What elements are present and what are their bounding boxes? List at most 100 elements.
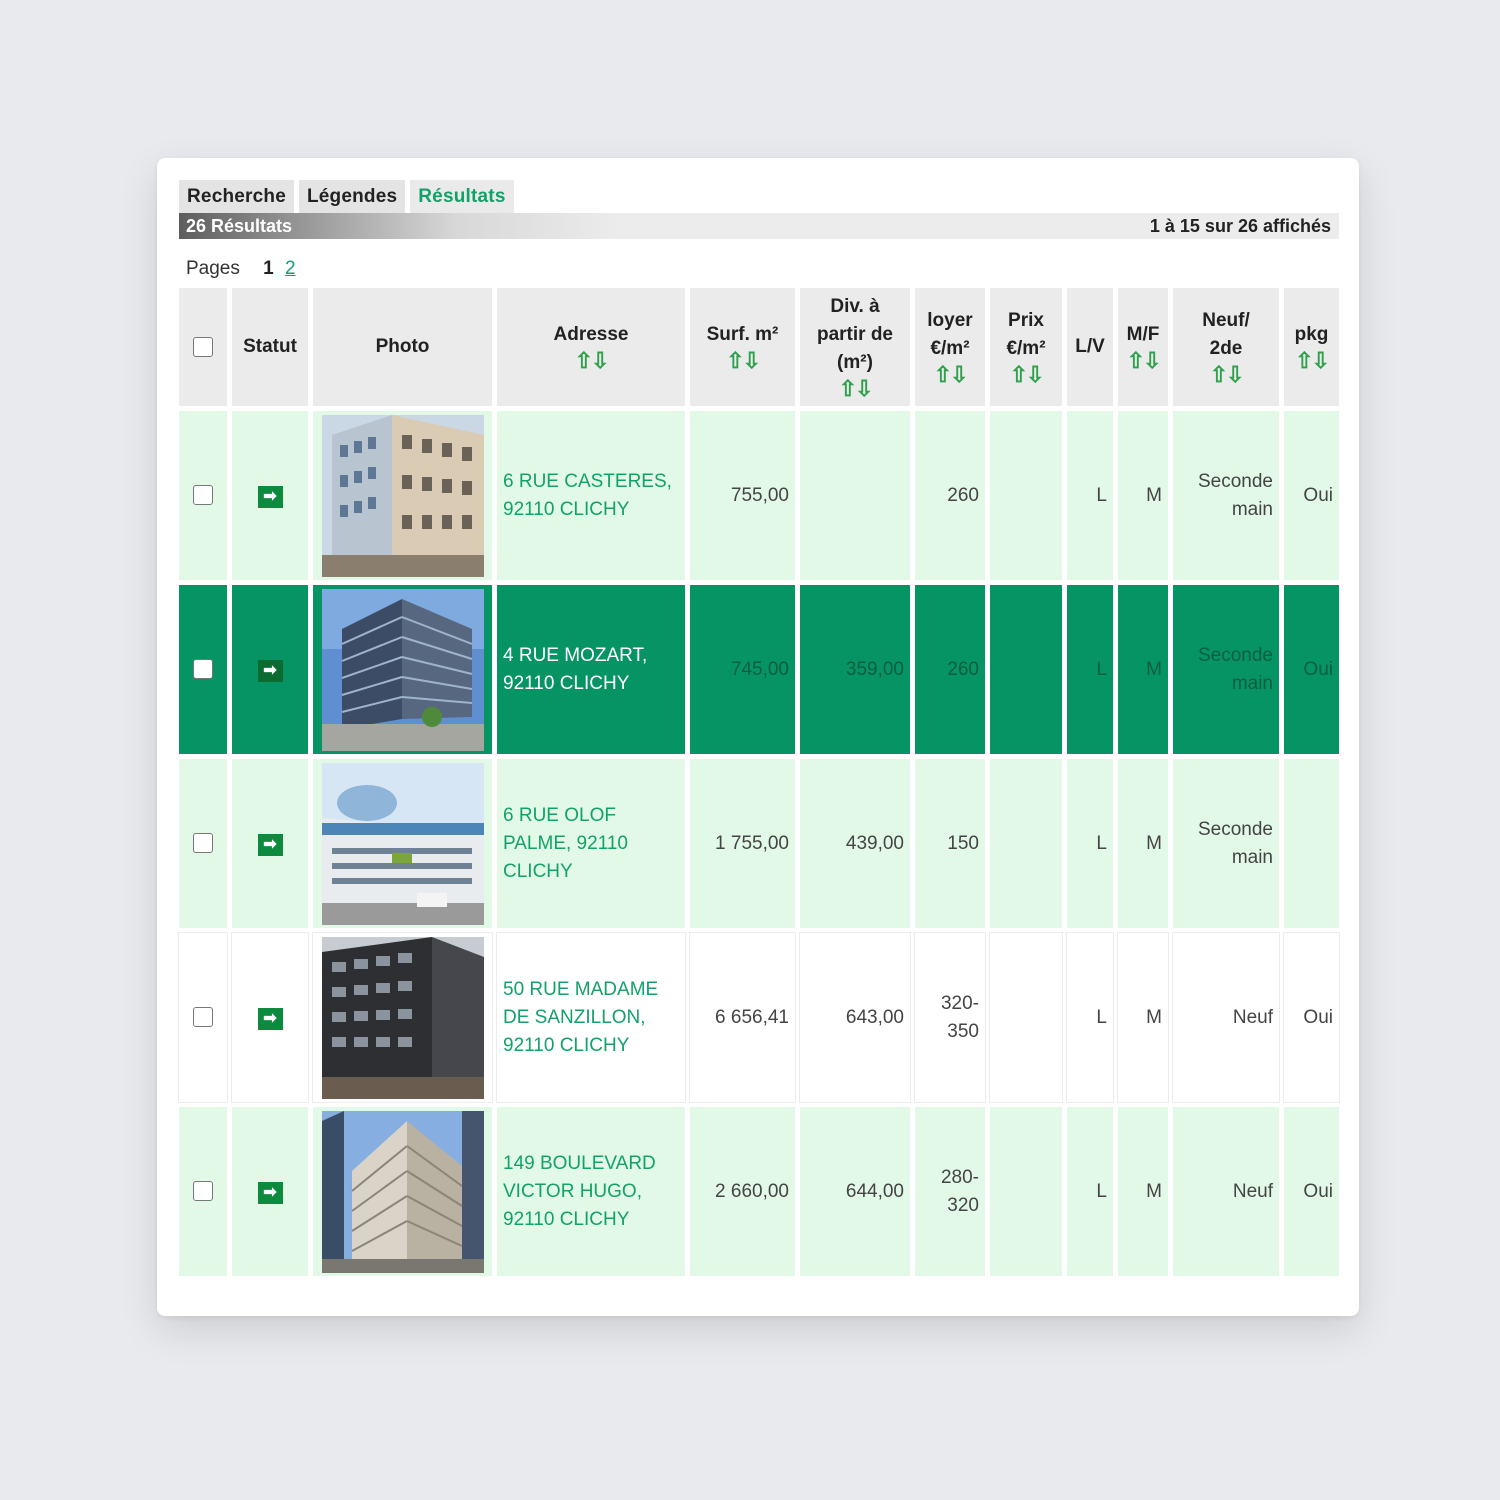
sort-prix-icon[interactable]: ⇧⇩ xyxy=(992,363,1060,387)
row-photo-cell xyxy=(313,759,492,928)
row-mf: M xyxy=(1118,585,1168,754)
header-div-line3: (m²) xyxy=(837,352,873,373)
row-statut-cell: ➡ xyxy=(231,932,309,1103)
header-select-all xyxy=(179,288,227,406)
row-pkg: Oui xyxy=(1284,1107,1339,1276)
header-loyer-line1: loyer xyxy=(927,310,973,331)
table-row-selected[interactable]: ➡ 4 RUE MOZART, 92110 CLICHY 745,00 359,… xyxy=(179,585,1339,754)
header-mf: M/F ⇧⇩ xyxy=(1118,288,1168,406)
row-pkg xyxy=(1284,759,1339,928)
row-address[interactable]: 50 RUE MADAME DE SANZILLON, 92110 CLICHY xyxy=(496,932,686,1103)
row-neuf: Seconde main xyxy=(1173,585,1279,754)
sort-surf-icon[interactable]: ⇧⇩ xyxy=(692,349,793,373)
row-select-cell xyxy=(178,932,228,1103)
row-checkbox[interactable] xyxy=(193,1181,213,1202)
tab-legendes[interactable]: Légendes xyxy=(298,180,406,213)
header-lv: L/V xyxy=(1067,288,1113,406)
header-loyer: loyer €/m² ⇧⇩ xyxy=(915,288,985,406)
sort-loyer-icon[interactable]: ⇧⇩ xyxy=(917,363,983,387)
results-panel: Recherche Légendes Résultats 26 Résultat… xyxy=(157,158,1359,1316)
tab-bar: Recherche Légendes Résultats xyxy=(179,180,514,213)
arrow-right-icon[interactable]: ➡ xyxy=(257,659,283,682)
row-address[interactable]: 6 RUE CASTERES, 92110 CLICHY xyxy=(497,411,685,580)
building-photo[interactable] xyxy=(321,936,484,1099)
table-row[interactable]: ➡ xyxy=(179,759,1339,928)
table-row[interactable]: ➡ 50 RUE MADAME DE SANZILLON, 92110 CLIC… xyxy=(178,932,1340,1103)
sort-adresse-icon[interactable]: ⇧⇩ xyxy=(499,349,683,373)
header-neuf-line1: Neuf/ xyxy=(1202,310,1250,331)
header-adresse-label: Adresse xyxy=(553,324,629,345)
building-photo[interactable] xyxy=(321,414,484,577)
building-photo[interactable] xyxy=(321,762,484,925)
results-summary-bar: 26 Résultats 1 à 15 sur 26 affichés xyxy=(179,213,1339,239)
table-header-row: Statut Photo Adresse ⇧⇩ Surf. m² ⇧⇩ Div.… xyxy=(179,288,1339,406)
row-photo-cell xyxy=(313,585,492,754)
row-mf: M xyxy=(1118,759,1168,928)
page-1-current: 1 xyxy=(263,258,274,279)
header-prix: Prix €/m² ⇧⇩ xyxy=(990,288,1062,406)
row-surf: 745,00 xyxy=(690,585,795,754)
page-2-link[interactable]: 2 xyxy=(285,258,296,279)
row-lv: L xyxy=(1067,1107,1113,1276)
row-prix xyxy=(989,932,1063,1103)
arrow-right-icon[interactable]: ➡ xyxy=(257,1007,283,1030)
row-checkbox[interactable] xyxy=(193,1007,213,1028)
row-photo-cell xyxy=(313,1107,492,1276)
row-checkbox[interactable] xyxy=(193,485,213,506)
arrow-right-icon[interactable]: ➡ xyxy=(257,1181,283,1204)
row-neuf: Seconde main xyxy=(1173,759,1279,928)
row-mf: M xyxy=(1118,411,1168,580)
header-pkg: pkg ⇧⇩ xyxy=(1284,288,1339,406)
tab-recherche[interactable]: Recherche xyxy=(179,180,294,213)
row-address[interactable]: 4 RUE MOZART, 92110 CLICHY xyxy=(497,585,685,754)
results-table: Statut Photo Adresse ⇧⇩ Surf. m² ⇧⇩ Div.… xyxy=(174,283,1344,1281)
header-prix-line1: Prix xyxy=(1008,310,1044,331)
row-div: 644,00 xyxy=(800,1107,910,1276)
row-surf: 6 656,41 xyxy=(689,932,796,1103)
row-statut-cell: ➡ xyxy=(232,759,308,928)
table-row[interactable]: ➡ xyxy=(179,411,1339,580)
row-prix xyxy=(990,411,1062,580)
tab-resultats[interactable]: Résultats xyxy=(410,180,514,213)
row-div xyxy=(800,411,910,580)
building-photo[interactable] xyxy=(321,588,484,751)
row-loyer: 150 xyxy=(915,759,985,928)
row-prix xyxy=(990,585,1062,754)
sort-neuf-icon[interactable]: ⇧⇩ xyxy=(1175,363,1277,387)
row-select-cell xyxy=(179,585,227,754)
header-div-line2: partir de xyxy=(816,324,894,345)
header-neuf-line2: 2de xyxy=(1209,338,1243,359)
row-address[interactable]: 149 BOULEVARD VICTOR HUGO, 92110 CLICHY xyxy=(497,1107,685,1276)
row-prix xyxy=(990,759,1062,928)
row-lv: L xyxy=(1066,932,1114,1103)
row-lv: L xyxy=(1067,411,1113,580)
header-photo: Photo xyxy=(313,288,492,406)
row-div: 643,00 xyxy=(799,932,911,1103)
pagination-label: Pages xyxy=(186,258,240,279)
row-pkg: Oui xyxy=(1284,585,1339,754)
row-checkbox[interactable] xyxy=(193,659,213,680)
sort-pkg-icon[interactable]: ⇧⇩ xyxy=(1286,349,1337,373)
row-surf: 755,00 xyxy=(690,411,795,580)
building-photo[interactable] xyxy=(321,1110,484,1273)
sort-div-icon[interactable]: ⇧⇩ xyxy=(802,377,908,401)
row-select-cell xyxy=(179,759,227,928)
sort-mf-icon[interactable]: ⇧⇩ xyxy=(1120,349,1166,373)
row-photo-cell xyxy=(313,411,492,580)
row-statut-cell: ➡ xyxy=(232,411,308,580)
header-div: Div. à partir de (m²) ⇧⇩ xyxy=(800,288,910,406)
row-statut-cell: ➡ xyxy=(232,1107,308,1276)
row-loyer: 280-320 xyxy=(915,1107,985,1276)
select-all-checkbox[interactable] xyxy=(193,336,213,357)
row-loyer: 260 xyxy=(915,585,985,754)
row-pkg: Oui xyxy=(1283,932,1340,1103)
header-surf-label: Surf. m² xyxy=(706,324,779,345)
row-address[interactable]: 6 RUE OLOF PALME, 92110 CLICHY xyxy=(497,759,685,928)
row-photo-cell xyxy=(312,932,493,1103)
row-loyer: 320-350 xyxy=(914,932,986,1103)
row-checkbox[interactable] xyxy=(193,833,213,854)
row-neuf: Neuf xyxy=(1172,932,1280,1103)
arrow-right-icon[interactable]: ➡ xyxy=(257,833,283,856)
table-row[interactable]: ➡ 149 BOULEVARD VICTOR HUGO, 92110 CLICH… xyxy=(179,1107,1339,1276)
arrow-right-icon[interactable]: ➡ xyxy=(257,485,283,508)
